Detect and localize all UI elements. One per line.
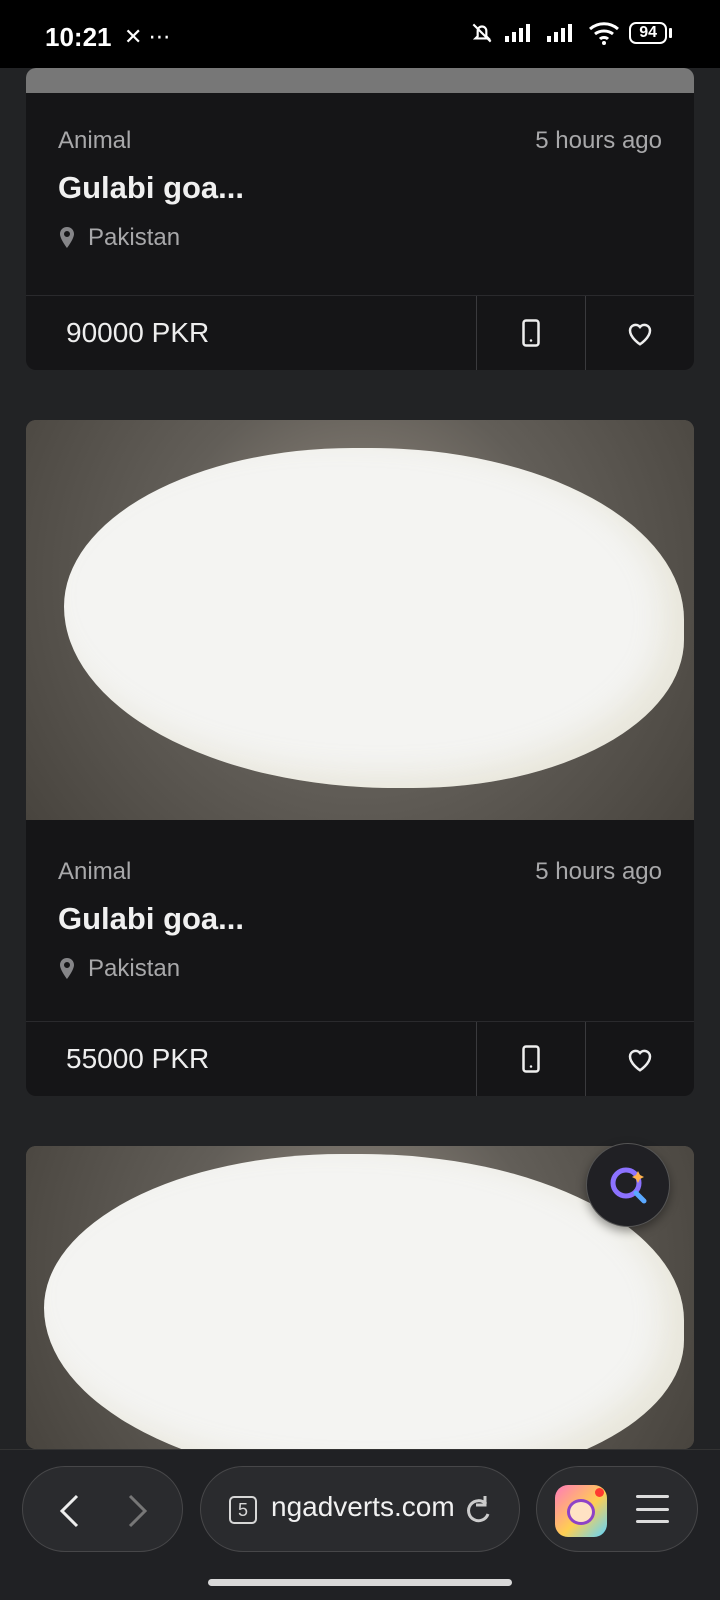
tab-count[interactable]: 5 <box>229 1496 257 1524</box>
forward-button[interactable] <box>115 1489 159 1533</box>
forward-icon <box>128 1494 148 1528</box>
menu-pill <box>536 1466 698 1552</box>
listing-age: 5 hours ago <box>535 127 662 154</box>
mute-notification-icon <box>472 23 492 43</box>
menu-icon[interactable] <box>636 1495 669 1523</box>
listing-location: Pakistan <box>88 224 181 251</box>
phone-icon <box>522 1045 540 1073</box>
heart-icon <box>628 323 652 346</box>
browser-bottom-bar: 5 ngadverts.com <box>0 1449 720 1600</box>
phone-icon <box>522 319 540 347</box>
wifi-icon <box>589 22 620 45</box>
listing-title[interactable]: Gulabi goa... <box>58 901 662 937</box>
home-indicator[interactable] <box>208 1579 512 1586</box>
location-pin-icon <box>60 227 74 248</box>
floating-search-button[interactable] <box>586 1143 670 1227</box>
listing-category: Animal <box>58 127 132 154</box>
url-text[interactable]: ngadverts.com <box>271 1491 455 1523</box>
favorite-button[interactable] <box>585 1022 694 1096</box>
cell-signal-secondary-icon <box>547 24 573 42</box>
heart-icon <box>628 1049 652 1072</box>
battery-cap <box>669 28 672 38</box>
system-status-icons: 94 <box>469 20 672 46</box>
back-icon <box>59 1494 79 1528</box>
cell-signal-icon <box>505 24 531 42</box>
search-assistant-icon <box>610 1167 647 1204</box>
navigation-pill <box>22 1466 183 1552</box>
notification-icons: ✕ ⋯ <box>124 24 171 49</box>
address-bar[interactable]: 5 ngadverts.com <box>200 1466 520 1552</box>
listing-actions: 55000 PKR <box>26 1021 694 1096</box>
listing-card[interactable]: Animal 5 hours ago Gulabi goa... Pakistan… <box>26 420 694 1096</box>
listing-image[interactable] <box>26 68 694 93</box>
battery-icon: 94 <box>629 22 667 44</box>
listing-image[interactable] <box>26 420 694 820</box>
listing-actions: 90000 PKR <box>26 295 694 370</box>
listing-location: Pakistan <box>88 955 181 982</box>
listing-price: 55000 PKR <box>66 1043 210 1074</box>
game-app-icon[interactable] <box>555 1485 607 1537</box>
listing-info: Animal 5 hours ago Gulabi goa... Pakistan <box>26 126 694 252</box>
listing-info: Animal 5 hours ago Gulabi goa... Pakistan <box>26 857 694 983</box>
favorite-button[interactable] <box>585 296 694 370</box>
listing-card[interactable]: Animal 5 hours ago Gulabi goa... Pakistan… <box>26 68 694 370</box>
listing-title[interactable]: Gulabi goa... <box>58 170 662 206</box>
back-button[interactable] <box>48 1489 92 1533</box>
call-button[interactable] <box>476 296 585 370</box>
status-bar: 10:21 ✕ ⋯ 94 <box>0 0 720 68</box>
call-button[interactable] <box>476 1022 585 1096</box>
listing-category: Animal <box>58 858 132 885</box>
reload-icon[interactable] <box>460 1492 494 1526</box>
listing-age: 5 hours ago <box>535 858 662 885</box>
location-pin-icon <box>60 958 74 979</box>
listing-price: 90000 PKR <box>66 317 210 348</box>
status-time: 10:21 <box>45 22 112 52</box>
